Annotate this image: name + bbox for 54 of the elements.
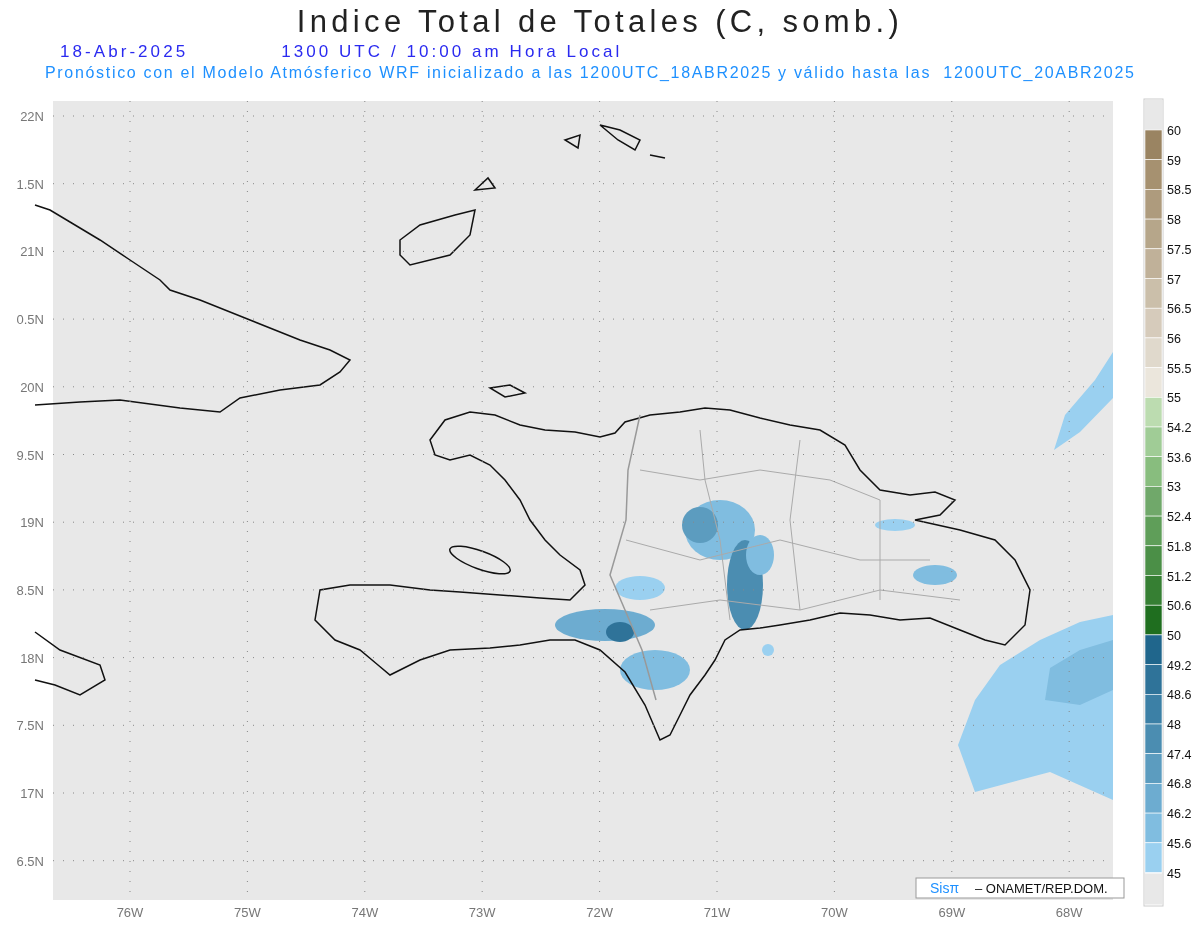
longitude-label: 75W — [234, 905, 261, 920]
colorbar-label: 46.8 — [1167, 777, 1192, 792]
forecast-subtitle: Pronóstico con el Modelo Atmósferico WRF inicializado a las 1200UTC_18ABR2025 y válido hasta las 1200UTC_20ABR2025 — [45, 63, 1136, 83]
date-label: 18-Abr-2025 — [60, 42, 189, 62]
colorbar-label: 51.2 — [1167, 569, 1192, 584]
colorbar-label: 56.5 — [1167, 302, 1192, 317]
colorbar-label: 48.6 — [1167, 688, 1192, 703]
colorbar-label: 57 — [1167, 272, 1181, 287]
credit-logo: Sisπ — [930, 880, 960, 896]
colorbar-label: 55.5 — [1167, 361, 1192, 376]
colorbar-label: 55 — [1167, 391, 1181, 406]
latitude-label: 8.5N — [16, 582, 44, 598]
latitude-label: 7.5N — [16, 718, 44, 734]
chart-title: Indice Total de Totales (C, somb.) — [296, 3, 904, 41]
colorbar-label: 48 — [1167, 718, 1181, 732]
colorbar-label: 59 — [1167, 153, 1181, 168]
colorbar-label: 50 — [1167, 628, 1181, 643]
latitude-label: 17N — [20, 786, 44, 801]
longitude-label: 71W — [703, 905, 731, 920]
longitude-label: 68W — [1055, 905, 1083, 920]
latitude-label: 22N — [20, 109, 44, 124]
colorbar-top-cap — [1145, 100, 1162, 130]
colorbar-label: 54.2 — [1167, 421, 1192, 435]
longitude-label: 70W — [821, 905, 848, 920]
latitude-label: 21N — [20, 244, 44, 260]
longitude-label: 72W — [586, 905, 613, 920]
colorbar-label: 45 — [1167, 866, 1181, 881]
time-label: 1300 UTC / 10:00 am Hora Local — [281, 42, 623, 62]
colorbar-label: 58.5 — [1167, 183, 1192, 198]
colorbar-label: 52.4 — [1167, 510, 1192, 525]
colorbar-label: 60 — [1167, 124, 1181, 138]
colorbar-label: 45.6 — [1167, 836, 1192, 851]
colorbar-label: 58 — [1167, 213, 1181, 228]
colorbar-label: 53 — [1167, 480, 1181, 495]
colorbar-label: 46.2 — [1167, 807, 1192, 822]
latitude-label: 6.5N — [16, 853, 44, 869]
latitude-label: 18N — [20, 650, 44, 666]
longitude-label: 69W — [938, 905, 966, 920]
colorbar-label: 57.5 — [1167, 242, 1192, 257]
longitude-label: 76W — [116, 905, 144, 920]
credit-text: – ONAMET/REP.DOM. — [975, 881, 1108, 896]
latitude-label: 1.5N — [16, 176, 44, 192]
longitude-label: 73W — [468, 905, 496, 920]
longitude-label: 74W — [351, 905, 379, 920]
latitude-label: 20N — [20, 379, 44, 395]
colorbar-label: 47.4 — [1167, 747, 1192, 762]
colorbar-label: 53.6 — [1167, 450, 1192, 465]
colorbar-label: 49.2 — [1167, 658, 1192, 673]
colorbar-label: 56 — [1167, 331, 1181, 346]
latitude-label: 0.5N — [16, 312, 44, 328]
latitude-label: 19N — [20, 515, 44, 531]
colorbar-label: 50.6 — [1167, 599, 1192, 614]
colorbar-label: 51.8 — [1167, 539, 1192, 554]
latitude-label: 9.5N — [16, 447, 44, 463]
